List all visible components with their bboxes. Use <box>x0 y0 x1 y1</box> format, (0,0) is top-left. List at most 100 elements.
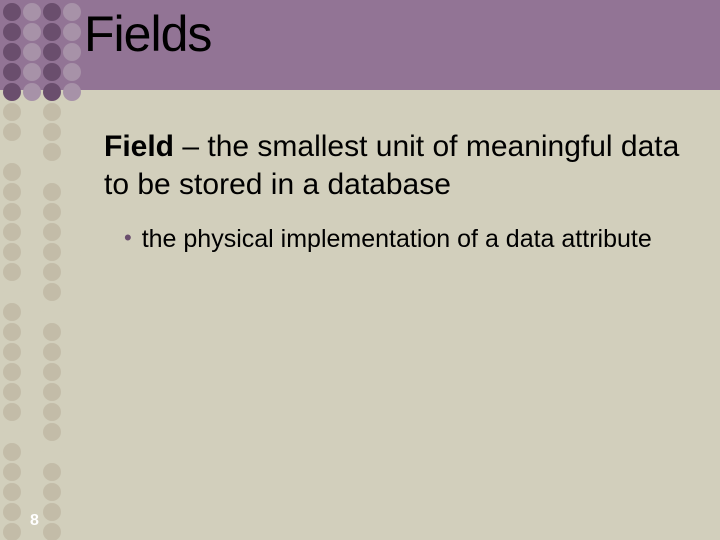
slide-title: Fields <box>84 5 211 63</box>
dot-icon <box>43 343 61 361</box>
dot-icon <box>63 383 81 401</box>
dot-icon <box>3 163 21 181</box>
dot-icon <box>3 303 21 321</box>
dot-icon <box>43 263 61 281</box>
dot-icon <box>3 523 21 540</box>
dot-icon <box>3 403 21 421</box>
dot-icon <box>43 383 61 401</box>
dot-icon <box>63 303 81 321</box>
dot-icon <box>43 483 61 501</box>
dot-icon <box>63 263 81 281</box>
dot-icon <box>63 23 81 41</box>
dot-icon <box>23 223 41 241</box>
dot-icon <box>3 243 21 261</box>
dot-icon <box>63 403 81 421</box>
dot-icon <box>23 383 41 401</box>
dot-icon <box>3 183 21 201</box>
dot-icon <box>43 3 61 21</box>
dot-icon <box>63 503 81 521</box>
dot-icon <box>63 223 81 241</box>
dot-icon <box>3 423 21 441</box>
dot-icon <box>43 323 61 341</box>
dot-icon <box>63 103 81 121</box>
dot-icon <box>63 63 81 81</box>
dot-icon <box>63 3 81 21</box>
dot-icon <box>43 63 61 81</box>
dot-icon <box>3 223 21 241</box>
dot-icon <box>23 123 41 141</box>
dot-icon <box>43 23 61 41</box>
dot-icon <box>43 423 61 441</box>
dot-icon <box>23 143 41 161</box>
dot-icon <box>3 143 21 161</box>
dot-icon <box>43 283 61 301</box>
dot-icon <box>23 423 41 441</box>
dot-icon <box>23 443 41 461</box>
content-area: Field – the smallest unit of meaningful … <box>104 128 690 255</box>
dot-icon <box>43 403 61 421</box>
dot-icon <box>23 343 41 361</box>
dot-icon <box>63 523 81 540</box>
dot-icon <box>43 203 61 221</box>
dot-icon <box>43 223 61 241</box>
dot-icon <box>23 323 41 341</box>
dot-icon <box>23 163 41 181</box>
dot-icon <box>3 103 21 121</box>
dot-icon <box>43 303 61 321</box>
dot-icon <box>23 363 41 381</box>
dot-icon <box>43 163 61 181</box>
dot-icon <box>23 463 41 481</box>
bullet-icon: • <box>124 223 132 254</box>
dot-icon <box>23 483 41 501</box>
bullet-item: • the physical implementation of a data … <box>104 223 690 256</box>
dot-icon <box>3 463 21 481</box>
dot-icon <box>23 303 41 321</box>
dot-icon <box>43 43 61 61</box>
dot-icon <box>23 103 41 121</box>
dot-icon <box>3 443 21 461</box>
dot-icon <box>43 363 61 381</box>
page-number: 8 <box>30 512 39 530</box>
bullet-text: the physical implementation of a data at… <box>142 223 652 256</box>
dot-icon <box>43 523 61 540</box>
dot-icon <box>23 83 41 101</box>
dot-icon <box>63 343 81 361</box>
dot-icon <box>63 83 81 101</box>
dot-icon <box>63 123 81 141</box>
dot-icon <box>43 143 61 161</box>
slide: Fields Field – the smallest unit of mean… <box>0 0 720 540</box>
dot-icon <box>43 183 61 201</box>
dot-icon <box>3 3 21 21</box>
decorative-dots <box>2 2 82 538</box>
dot-icon <box>23 203 41 221</box>
dot-icon <box>3 263 21 281</box>
dot-icon <box>3 483 21 501</box>
dot-icon <box>63 163 81 181</box>
dot-icon <box>43 243 61 261</box>
dot-icon <box>23 263 41 281</box>
dot-icon <box>63 143 81 161</box>
dot-icon <box>23 43 41 61</box>
dot-icon <box>3 23 21 41</box>
dot-icon <box>3 283 21 301</box>
dot-icon <box>3 123 21 141</box>
dot-icon <box>23 243 41 261</box>
dot-icon <box>3 43 21 61</box>
dot-icon <box>63 463 81 481</box>
dot-icon <box>3 503 21 521</box>
dot-icon <box>63 43 81 61</box>
dot-icon <box>63 363 81 381</box>
term: Field <box>104 130 174 163</box>
dot-icon <box>43 123 61 141</box>
dot-icon <box>23 183 41 201</box>
definition-line: Field – the smallest unit of meaningful … <box>104 128 690 205</box>
dot-icon <box>23 63 41 81</box>
dot-icon <box>43 83 61 101</box>
dot-icon <box>23 283 41 301</box>
definition-separator: – <box>174 130 207 163</box>
dot-icon <box>23 3 41 21</box>
dot-icon <box>3 383 21 401</box>
dot-icon <box>63 183 81 201</box>
dot-icon <box>63 443 81 461</box>
dot-icon <box>63 283 81 301</box>
